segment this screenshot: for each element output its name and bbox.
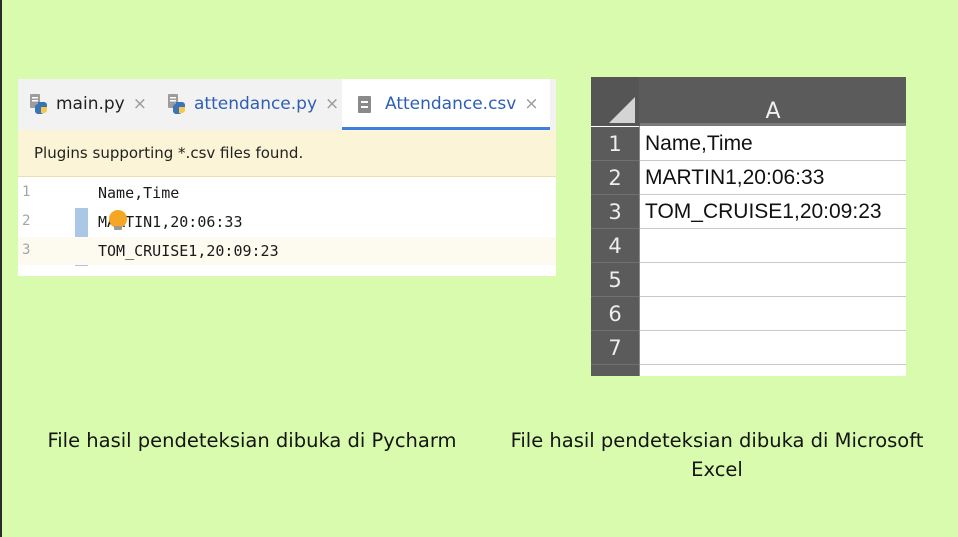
editor-tab-bar: main.py × attendance.py × Attendance.csv… — [18, 79, 556, 131]
python-file-icon — [28, 93, 50, 115]
sheet-row-partial — [591, 365, 906, 376]
row-header[interactable]: 3 — [591, 195, 639, 229]
sheet-row: 1 Name,Time — [591, 127, 906, 161]
code-editor[interactable]: 1 Name,Time 2 MARTIN1,20:06:33 3 TOM_CRU… — [18, 178, 556, 276]
caption-pycharm: File hasil pendeteksian dibuka di Pychar… — [20, 426, 484, 455]
sheet-row: 5 — [591, 263, 906, 297]
python-file-icon — [166, 93, 188, 115]
cell[interactable]: Name,Time — [640, 127, 906, 161]
tab-attendance-csv[interactable]: Attendance.csv × — [342, 79, 550, 130]
select-all-triangle-icon — [609, 97, 635, 123]
lightbulb-icon[interactable] — [109, 210, 127, 230]
pycharm-editor-panel: main.py × attendance.py × Attendance.csv… — [18, 79, 556, 276]
slide-left-border — [0, 0, 2, 537]
tab-label: Attendance.csv — [385, 94, 517, 114]
close-icon[interactable]: × — [524, 94, 538, 114]
tab-main-py[interactable]: main.py × — [28, 79, 147, 129]
caption-text-line-1: File hasil pendeteksian dibuka di Micros… — [510, 429, 924, 452]
line-text: TOM_CRUISE1,20:09:23 — [98, 242, 279, 260]
row-header[interactable]: 7 — [591, 331, 639, 365]
column-header-row: A — [591, 77, 906, 126]
cell[interactable] — [640, 331, 906, 365]
sheet-row: 4 — [591, 229, 906, 263]
tab-label: main.py — [56, 94, 125, 114]
caption-text: File hasil pendeteksian dibuka di Pychar… — [47, 429, 457, 452]
cell[interactable] — [640, 297, 906, 331]
row-header[interactable]: 1 — [591, 127, 639, 161]
line-text: Name,Time — [98, 184, 180, 202]
line-number: 2 — [22, 213, 31, 229]
row-header[interactable]: 2 — [591, 161, 639, 195]
row-header[interactable]: 4 — [591, 229, 639, 263]
cell[interactable]: MARTIN1,20:06:33 — [640, 161, 906, 195]
tab-label: attendance.py — [194, 94, 318, 114]
sheet-row: 7 — [591, 331, 906, 365]
row-header[interactable] — [591, 365, 639, 376]
caption-text-line-2: Excel — [691, 458, 743, 481]
close-icon[interactable]: × — [325, 94, 339, 114]
cell[interactable]: TOM_CRUISE1,20:09:23 — [640, 195, 906, 229]
cell[interactable] — [640, 263, 906, 297]
row-header[interactable]: 5 — [591, 263, 639, 297]
text-file-icon — [358, 95, 371, 113]
sheet-row: 3 TOM_CRUISE1,20:09:23 — [591, 195, 906, 229]
select-all-corner[interactable] — [591, 77, 639, 126]
code-line[interactable]: 2 MARTIN1,20:06:33 — [18, 208, 556, 236]
excel-sheet-panel: A 1 Name,Time 2 MARTIN1,20:06:33 3 TOM_C… — [591, 77, 906, 376]
sheet-row: 6 — [591, 297, 906, 331]
line-number: 3 — [22, 242, 31, 258]
code-line[interactable]: 1 Name,Time — [18, 179, 556, 207]
plugin-notification-banner: Plugins supporting *.csv files found. — [18, 130, 556, 177]
sheet-row: 2 MARTIN1,20:06:33 — [591, 161, 906, 195]
cell[interactable] — [640, 229, 906, 263]
tab-attendance-py[interactable]: attendance.py × — [166, 79, 339, 129]
row-header[interactable]: 6 — [591, 297, 639, 331]
banner-text: Plugins supporting *.csv files found. — [34, 144, 304, 162]
caption-excel: File hasil pendeteksian dibuka di Micros… — [490, 426, 944, 484]
line-number: 1 — [22, 184, 31, 200]
close-icon[interactable]: × — [133, 94, 147, 114]
column-header-a[interactable]: A — [640, 77, 906, 126]
code-line[interactable]: 3 TOM_CRUISE1,20:09:23 — [18, 237, 556, 265]
